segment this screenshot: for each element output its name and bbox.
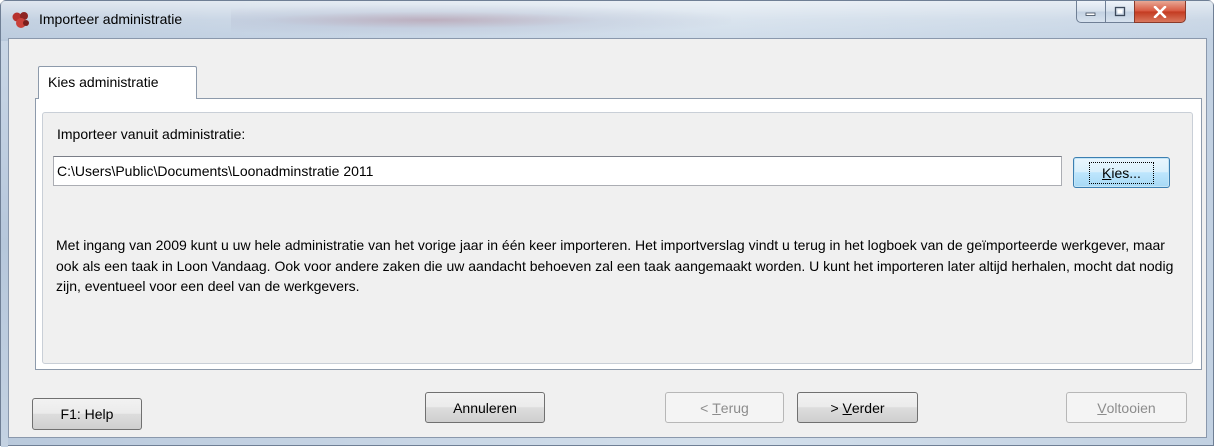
close-button[interactable]: [1134, 1, 1186, 23]
tab-kies-administratie[interactable]: Kies administratie: [38, 66, 197, 99]
window-title: Importeer administratie: [39, 11, 183, 27]
choose-button-label: Kies...: [1089, 161, 1154, 184]
finish-button-mnemonic: V: [1097, 399, 1107, 416]
administration-path-field[interactable]: C:\Users\Public\Documents\Loonadminstrat…: [53, 156, 1062, 186]
choose-button-mnemonic: K: [1102, 164, 1112, 181]
import-info-text: Met ingang van 2009 kunt u uw hele admin…: [56, 237, 1174, 294]
close-icon: [1153, 5, 1167, 18]
minimize-button[interactable]: [1076, 1, 1106, 23]
next-button[interactable]: > Verder: [797, 392, 918, 423]
finish-button-text: oltooien: [1106, 399, 1156, 416]
import-dialog-window: Importeer administratie Kies administrat…: [0, 0, 1214, 447]
title-bar-glow: [231, 5, 731, 35]
import-source-label: Importeer vanuit administratie:: [57, 126, 246, 142]
help-button[interactable]: F1: Help: [32, 398, 142, 430]
window-border: [1, 41, 8, 447]
next-button-mnemonic: V: [842, 399, 852, 416]
app-logo-icon: [12, 12, 29, 28]
back-button-mnemonic: T: [712, 399, 721, 416]
maximize-icon: [1114, 6, 1126, 17]
back-button-prefix: <: [700, 399, 713, 416]
choose-button-text: ies...: [1111, 164, 1141, 181]
tab-label: Kies administratie: [48, 74, 159, 90]
maximize-button[interactable]: [1105, 1, 1135, 23]
back-button-text: erug: [720, 399, 749, 416]
cancel-button[interactable]: Annuleren: [425, 392, 545, 423]
finish-button[interactable]: Voltooien: [1066, 392, 1187, 423]
next-button-text: erder: [851, 399, 885, 416]
title-bar[interactable]: Importeer administratie: [1, 1, 1213, 39]
minimize-icon: [1085, 12, 1096, 16]
next-button-prefix: >: [830, 399, 843, 416]
choose-administration-button[interactable]: Kies...: [1073, 157, 1170, 188]
back-button[interactable]: < Terug: [665, 392, 784, 423]
